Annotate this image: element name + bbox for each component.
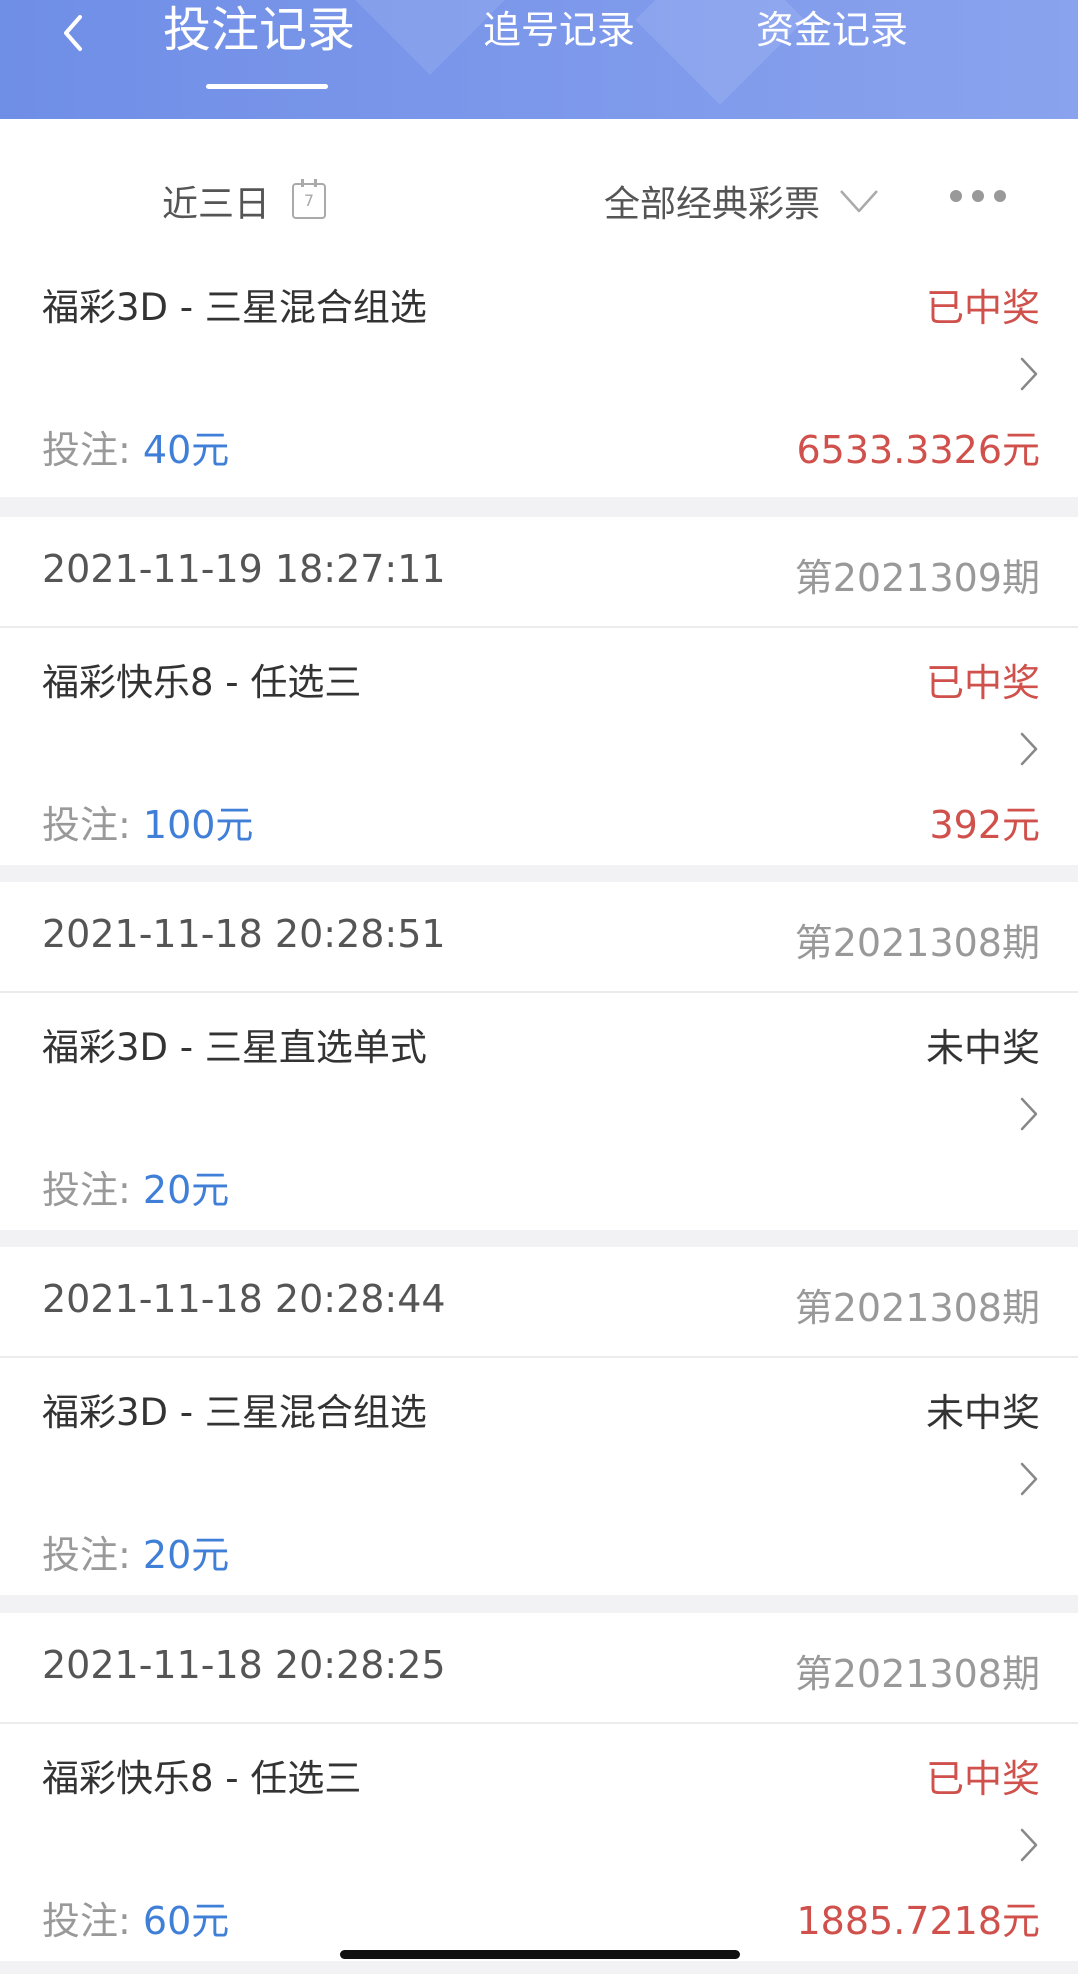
active-tab-indicator [206,84,328,89]
top-nav-bar: 投注记录 追号记录 资金记录 [0,0,1078,119]
lottery-type-label: 全部经典彩票 [604,184,821,225]
record-header: 2021-11-18 20:28:44 第2021308期 [0,1247,1078,1358]
chevron-right-icon [1018,731,1040,767]
home-indicator [340,1950,740,1959]
prize-status: 已中奖 [925,286,1040,330]
lottery-play-name: 福彩快乐8 - 任选三 [42,1757,362,1800]
more-options-button[interactable] [950,190,1006,202]
record-header: 2021-11-18 20:28:25 第2021308期 [0,1613,1078,1724]
bet-label: 投注: [42,428,143,472]
prize-amount: 392元 [929,803,1040,847]
back-button[interactable] [48,8,98,58]
record-item[interactable]: 福彩快乐8 - 任选三 已中奖投注: 60元 1885.7218元 [0,1724,1078,1961]
bet-amount: 投注: 60元 [42,1890,229,1945]
prize-status: 已中奖 [925,661,1040,705]
bet-amount-value: 20元 [142,1168,230,1212]
record-item[interactable]: 福彩3D - 三星混合组选 已中奖投注: 40元 6533.3326元 [0,279,1078,497]
record-issue: 第2021308期 [794,921,1040,965]
bet-label: 投注: [42,1533,143,1577]
record-item[interactable]: 福彩3D - 三星混合组选 未中奖投注: 20元 [0,1358,1078,1595]
record-time: 2021-11-18 20:28:25 [42,1643,446,1687]
chevron-right-icon [1018,1827,1040,1863]
chevron-left-icon [64,15,82,51]
record-header: 2021-11-19 18:27:11 第2021309期 [0,517,1078,628]
dot-icon [950,190,962,202]
record-time: 2021-11-18 20:28:51 [42,912,446,956]
bet-amount: 投注: 40元 [42,419,229,474]
calendar-icon: 7 [292,179,327,219]
bet-label: 投注: [42,803,143,847]
prize-amount: 6533.3326元 [796,428,1041,472]
record-issue: 第2021308期 [794,1652,1040,1696]
date-range-label: 近三日 [162,184,271,225]
prize-status: 未中奖 [925,1026,1040,1070]
filter-bar: 近三日 7 全部经典彩票 [0,119,1078,279]
prize-status: 未中奖 [925,1391,1040,1435]
record-item[interactable]: 福彩快乐8 - 任选三 已中奖投注: 100元 392元 [0,628,1078,865]
prize-amount: 1885.7218元 [796,1899,1041,1943]
bet-amount: 投注: 20元 [42,1524,229,1579]
chevron-right-icon [1018,1096,1040,1132]
record-issue: 第2021309期 [794,556,1040,600]
record-issue: 第2021308期 [794,1286,1040,1330]
record-time: 2021-11-19 18:27:11 [42,547,446,591]
chevron-right-icon [1018,1461,1040,1497]
bet-label: 投注: [42,1899,143,1943]
prize-status: 已中奖 [925,1757,1040,1801]
tab-fund-records[interactable]: 资金记录 [756,0,908,60]
bet-amount: 投注: 20元 [42,1159,229,1214]
bet-amount-value: 100元 [142,803,254,847]
dot-icon [994,190,1006,202]
lottery-play-name: 福彩3D - 三星直选单式 [42,1026,427,1069]
bet-amount-value: 20元 [142,1533,230,1577]
record-item[interactable]: 福彩3D - 三星直选单式 未中奖投注: 20元 [0,993,1078,1230]
tab-chase-records[interactable]: 追号记录 [483,0,635,60]
dot-icon [972,190,984,202]
bet-label: 投注: [42,1168,143,1212]
lottery-type-filter[interactable]: 全部经典彩票 [604,175,880,227]
tab-bet-records[interactable]: 投注记录 [163,0,355,60]
lottery-play-name: 福彩快乐8 - 任选三 [42,661,362,704]
lottery-play-name: 福彩3D - 三星混合组选 [42,1391,427,1434]
bet-amount-value: 60元 [142,1899,230,1943]
date-range-filter[interactable]: 近三日 7 [162,175,327,227]
lottery-play-name: 福彩3D - 三星混合组选 [42,286,427,329]
chevron-down-icon [840,190,878,213]
chevron-right-icon [1018,356,1040,392]
record-header: 2021-11-18 20:28:51 第2021308期 [0,882,1078,993]
record-time: 2021-11-18 20:28:44 [42,1277,446,1321]
bet-amount: 投注: 100元 [42,794,253,849]
bet-amount-value: 40元 [142,428,230,472]
